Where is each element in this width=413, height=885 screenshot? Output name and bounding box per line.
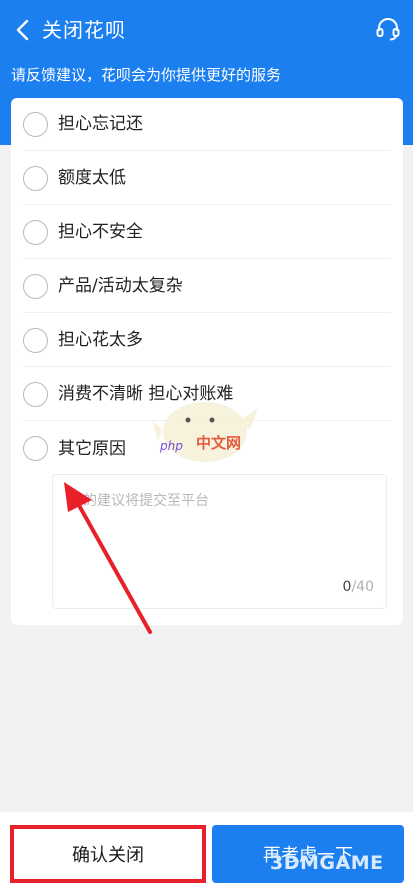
radio-button[interactable] [23,273,48,299]
option-unsafe[interactable]: 担心不安全 [23,206,391,259]
char-max: /40 [351,579,374,595]
customer-service-button[interactable] [373,14,403,44]
option-label: 担心不安全 [58,222,143,242]
3dmgame-watermark: 3DMGAME [270,852,384,874]
radio-button[interactable] [23,165,48,191]
php-watermark-text: 中文网 [196,434,242,452]
reason-card: 担心忘记还 额度太低 担心不安全 产品/活动太复杂 担心花太多 消费不清晰 担心… [11,98,403,625]
page-title: 关闭花呗 [42,18,126,42]
confirm-close-button[interactable]: 确认关闭 [10,825,206,883]
radio-button[interactable] [23,436,48,461]
php-watermark-prefix: php [159,439,183,453]
radio-button[interactable] [23,111,48,137]
option-spend-too-much[interactable]: 担心花太多 [23,314,391,367]
feedback-subtitle: 请反馈建议，花呗会为你提供更好的服务 [11,66,282,84]
php-watermark-logo: php [152,402,258,462]
radio-button[interactable] [23,219,48,245]
char-counter: 0/40 [343,578,374,596]
option-label: 产品/活动太复杂 [58,276,183,296]
feedback-textarea[interactable]: 的建议将提交至平台 0/40 [52,474,387,609]
option-label: 担心花太多 [58,330,143,350]
option-label: 担心忘记还 [58,114,143,134]
option-low-limit[interactable]: 额度太低 [23,152,391,205]
radio-button[interactable] [23,327,48,353]
back-button[interactable] [8,14,36,46]
feedback-placeholder: 的建议将提交至平台 [83,493,209,509]
headset-icon [376,18,400,41]
option-too-complex[interactable]: 产品/活动太复杂 [23,260,391,313]
chevron-left-icon [16,19,29,41]
radio-button[interactable] [23,381,48,407]
option-forget-repay[interactable]: 担心忘记还 [23,98,391,151]
option-label: 额度太低 [58,168,126,188]
option-label: 其它原因 [58,438,126,459]
